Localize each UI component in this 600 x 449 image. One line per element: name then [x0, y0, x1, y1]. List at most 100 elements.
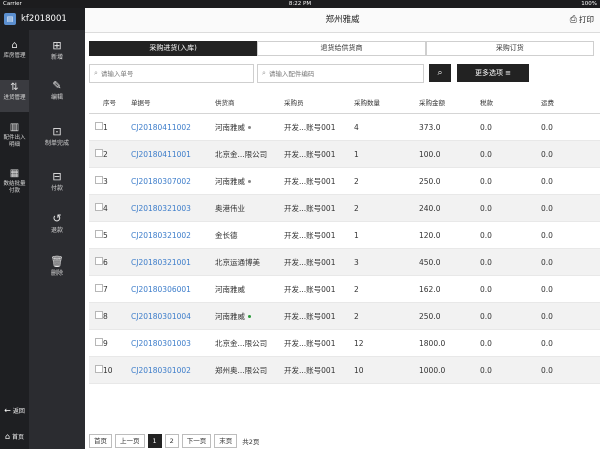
edit-icon: ✎	[52, 79, 62, 92]
cell-code-link[interactable]: CJ20180301004	[131, 312, 215, 321]
last-page-button[interactable]: 末页	[214, 434, 238, 448]
doc-search-field[interactable]: ⌕	[89, 64, 254, 83]
tab-purchase-order[interactable]: 采购订货	[425, 41, 594, 56]
row-checkbox[interactable]	[95, 149, 103, 157]
table-header: 序号 单据号 供货商 采购员 采购数量 采购金额 税款 运费	[89, 91, 600, 114]
user-avatar-icon: ▤	[4, 13, 16, 25]
nav-item-parts-detail[interactable]: ▥ 配件出入明细	[0, 122, 29, 160]
cell-no: 2	[103, 149, 108, 159]
row-checkbox[interactable]	[95, 365, 103, 373]
table-row[interactable]: 7 CJ20180306001 河南雅威 开发...账号001 2 162.0 …	[89, 276, 600, 303]
row-checkbox[interactable]	[95, 230, 103, 238]
add-icon: ⊞	[52, 39, 62, 52]
cell-code-link[interactable]: CJ20180306001	[131, 285, 215, 294]
cell-buyer: 开发...账号001	[284, 365, 336, 375]
cell-code-link[interactable]: CJ20180411002	[131, 123, 215, 132]
cell-shipping: 0.0	[541, 203, 553, 213]
edit-button[interactable]: ✎ 编辑	[29, 80, 85, 102]
complete-button[interactable]: ⊡ 制单完成	[29, 126, 85, 148]
refund-button[interactable]: ↺ 退款	[29, 213, 85, 235]
add-button[interactable]: ⊞ 新增	[29, 40, 85, 62]
delete-icon: 🗑	[50, 255, 64, 268]
cell-amount: 1000.0	[419, 365, 446, 375]
cell-code-link[interactable]: CJ20180321001	[131, 258, 215, 267]
row-checkbox[interactable]	[95, 203, 103, 211]
status-bar: Carrier 8:22 PM 100%	[0, 0, 600, 8]
first-page-button[interactable]: 首页	[89, 434, 112, 448]
cell-shipping: 0.0	[541, 311, 553, 321]
cell-code-link[interactable]: CJ20180411001	[131, 150, 215, 159]
cell-tax: 0.0	[480, 122, 492, 132]
cell-qty: 1	[354, 230, 359, 240]
back-button[interactable]: ← 返回	[0, 402, 29, 418]
cell-tax: 0.0	[480, 365, 492, 375]
table-row[interactable]: 5 CJ20180321002 金长德 开发...账号001 1 120.0 0…	[89, 222, 600, 249]
table-row[interactable]: 8 CJ20180301004 河南雅威 开发...账号001 2 250.0 …	[89, 303, 600, 330]
row-checkbox[interactable]	[95, 284, 103, 292]
tool-label: 付款	[50, 185, 63, 192]
col-header-code: 单据号	[131, 99, 151, 107]
page-1-button[interactable]: 1	[147, 434, 162, 448]
clock-text: 8:22 PM	[288, 1, 312, 7]
prev-page-button[interactable]: 上一页	[115, 434, 145, 448]
cell-code-link[interactable]: CJ20180301002	[131, 366, 215, 375]
tab-purchase-in[interactable]: 采购进货(入库)	[89, 41, 258, 56]
home-label: 首页	[12, 433, 25, 441]
part-search-field[interactable]: ⌕	[257, 64, 424, 83]
cell-qty: 10	[354, 365, 364, 375]
part-search-input[interactable]	[268, 69, 423, 78]
cell-qty: 2	[354, 176, 359, 186]
cell-supplier: 奥港伟业	[215, 203, 245, 213]
cell-code-link[interactable]: CJ20180301003	[131, 339, 215, 348]
page-2-button[interactable]: 2	[164, 434, 179, 448]
table-row[interactable]: 9 CJ20180301003 北京金...限公司 开发...账号001 12 …	[89, 330, 600, 357]
cell-code-link[interactable]: CJ20180307002	[131, 177, 215, 186]
cell-code-link[interactable]: CJ20180321002	[131, 231, 215, 240]
table-row[interactable]: 2 CJ20180411001 北京金...限公司 开发...账号001 1 1…	[89, 141, 600, 168]
tool-label: 退款	[50, 227, 63, 234]
cell-qty: 2	[354, 311, 359, 321]
back-label: 返回	[12, 407, 25, 415]
cell-shipping: 0.0	[541, 365, 553, 375]
table-row[interactable]: 6 CJ20180321001 北京运通博美 开发...账号001 3 450.…	[89, 249, 600, 276]
cell-qty: 12	[354, 338, 364, 348]
table-row[interactable]: 1 CJ20180411002 河南雅威 开发...账号001 4 373.0 …	[89, 114, 600, 141]
nav-item-label: 数结批量付款	[3, 181, 26, 194]
nav-item-purchase[interactable]: ⇅ 进货管理	[0, 80, 29, 112]
row-checkbox[interactable]	[95, 311, 103, 319]
nav-item-warehouse[interactable]: ⌂ 库房管理	[0, 40, 29, 68]
table-row[interactable]: 4 CJ20180321003 奥港伟业 开发...账号001 2 240.0 …	[89, 195, 600, 222]
delete-button[interactable]: 🗑 删除	[29, 256, 85, 278]
doc-search-input[interactable]	[100, 69, 253, 78]
table-row[interactable]: 10 CJ20180301002 郑州奥...限公司 开发...账号001 10…	[89, 357, 600, 384]
tab-return-to-supplier[interactable]: 退货给供货商	[257, 41, 426, 56]
cell-tax: 0.0	[480, 284, 492, 294]
search-icon: ⌕	[262, 69, 266, 77]
cell-no: 5	[103, 230, 108, 240]
cell-tax: 0.0	[480, 338, 492, 348]
row-checkbox[interactable]	[95, 122, 103, 130]
cell-no: 7	[103, 284, 108, 294]
cell-qty: 4	[354, 122, 359, 132]
pay-button[interactable]: ⊟ 付款	[29, 171, 85, 193]
cell-buyer: 开发...账号001	[284, 203, 336, 213]
more-options-label: 更多选项 ≡	[474, 69, 512, 77]
row-checkbox[interactable]	[95, 257, 103, 265]
print-button[interactable]: ⎙ 打印	[570, 8, 594, 32]
row-checkbox[interactable]	[95, 176, 103, 184]
cell-buyer: 开发...账号001	[284, 257, 336, 267]
table-row[interactable]: 3 CJ20180307002 河南雅威 开发...账号001 2 250.0 …	[89, 168, 600, 195]
cell-tax: 0.0	[480, 149, 492, 159]
more-options-button[interactable]: 更多选项 ≡	[457, 64, 529, 82]
tab-bar: 采购进货(入库) 退货给供货商 采购订货	[89, 41, 594, 56]
cell-code-link[interactable]: CJ20180321003	[131, 204, 215, 213]
next-page-button[interactable]: 下一页	[181, 434, 212, 448]
search-button[interactable]: ⌕	[429, 64, 451, 82]
cell-tax: 0.0	[480, 203, 492, 213]
battery-text: 100%	[581, 1, 597, 7]
row-checkbox[interactable]	[95, 338, 103, 346]
home-button[interactable]: ⌂ 首页	[0, 428, 29, 444]
pagination: 首页 上一页 1 2 下一页 末页 共2页	[89, 434, 259, 448]
col-header-tax: 税款	[480, 99, 493, 107]
nav-item-batch-pay[interactable]: ▦ 数结批量付款	[0, 168, 29, 206]
